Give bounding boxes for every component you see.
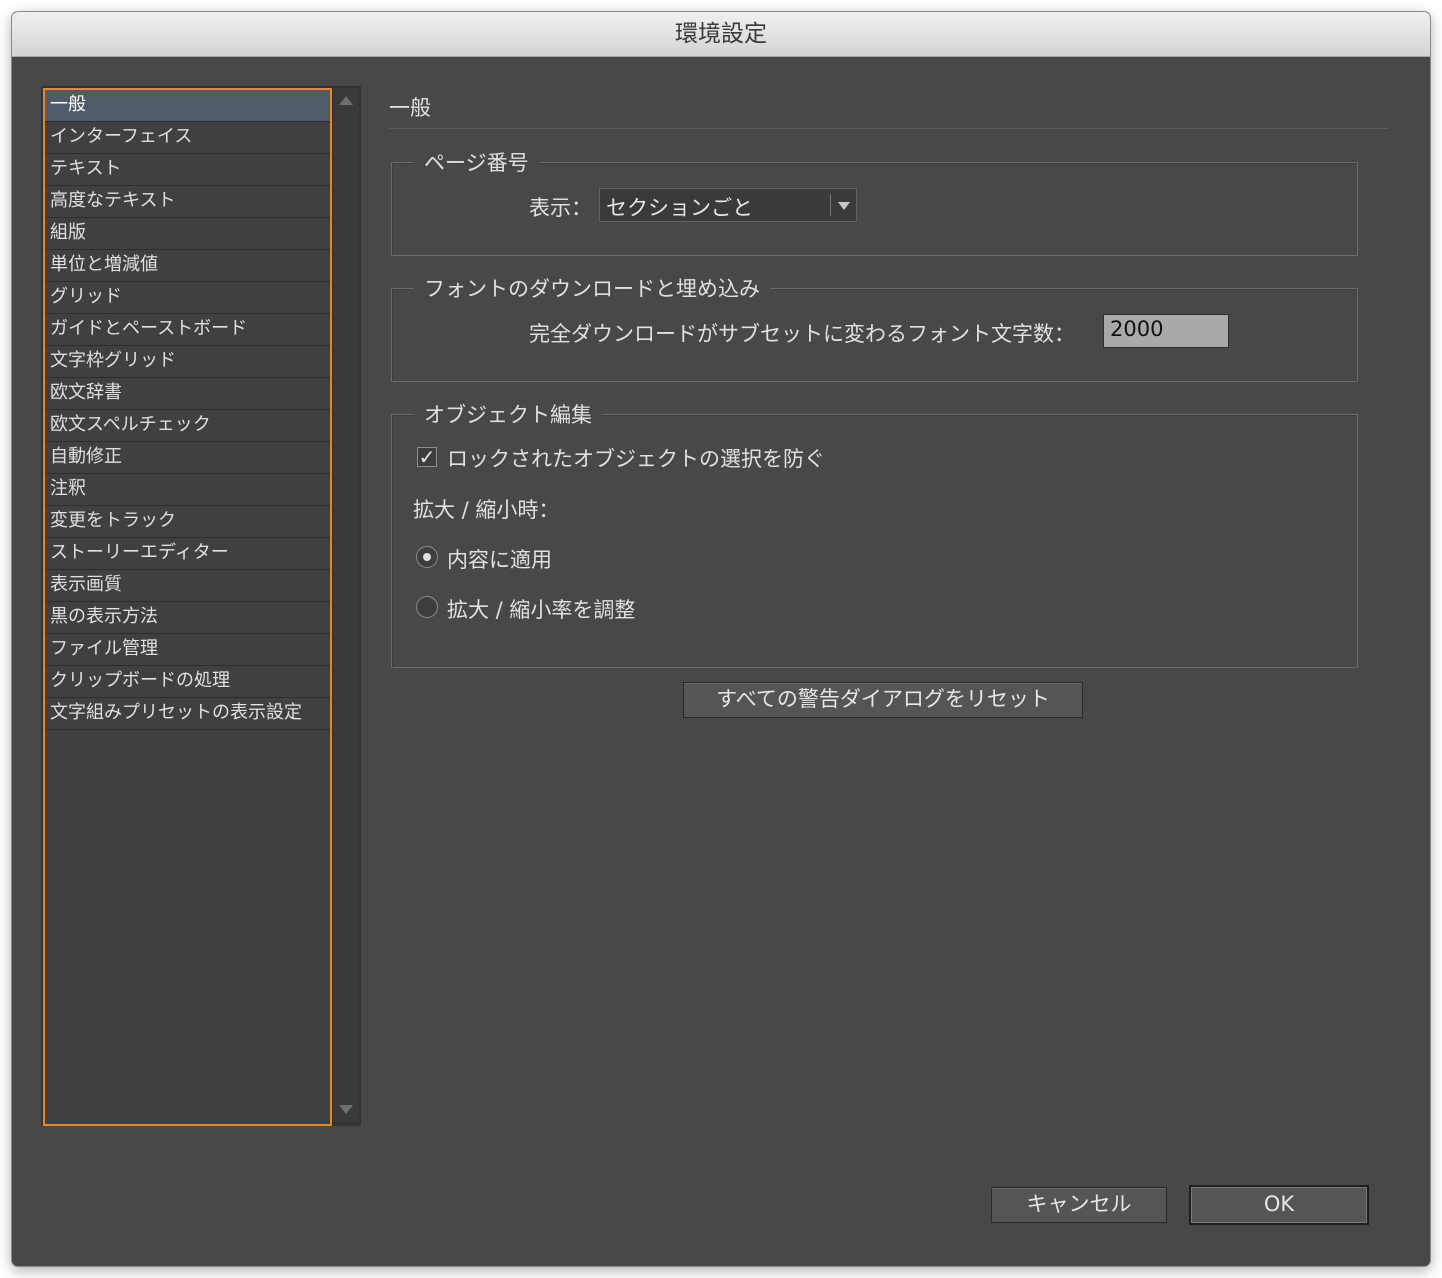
prevent-locked-label[interactable]: ロックされたオブジェクトの選択を防ぐ xyxy=(447,443,825,473)
sidebar-item[interactable]: 文字枠グリッド xyxy=(45,346,330,378)
page-number-view-value: セクションごと xyxy=(606,196,753,220)
reset-warning-dialogs-button[interactable]: すべての警告ダイアログをリセット xyxy=(683,682,1083,718)
sidebar-item[interactable]: 欧文辞書 xyxy=(45,378,330,410)
window-title: 環境設定 xyxy=(12,12,1430,57)
sidebar-item[interactable]: クリップボードの処理 xyxy=(45,666,330,698)
checkmark-icon: ✓ xyxy=(418,445,436,469)
sidebar-item[interactable]: ファイル管理 xyxy=(45,634,330,666)
cancel-button[interactable]: キャンセル xyxy=(991,1187,1167,1223)
sidebar-item[interactable]: ガイドとペーストボード xyxy=(45,314,330,346)
font-threshold-input[interactable]: 2000 xyxy=(1103,314,1229,348)
section-title: 一般 xyxy=(389,96,431,120)
adjust-scale-radio[interactable] xyxy=(416,596,438,618)
apply-to-content-label[interactable]: 内容に適用 xyxy=(447,544,552,574)
view-label: 表示： xyxy=(529,196,592,220)
sidebar-item[interactable]: 単位と増減値 xyxy=(45,250,330,282)
sidebar-item[interactable]: 組版 xyxy=(45,218,330,250)
font-download-legend: フォントのダウンロードと埋め込み xyxy=(414,273,770,303)
sidebar-scrollbar[interactable] xyxy=(333,88,359,1122)
sidebar-item[interactable]: テキスト xyxy=(45,154,330,186)
adjust-scale-label[interactable]: 拡大 / 縮小率を調整 xyxy=(447,594,635,624)
scroll-down-arrow-icon[interactable] xyxy=(339,1105,353,1114)
sidebar-item[interactable]: ストーリーエディター xyxy=(45,538,330,570)
sidebar-item[interactable]: 文字組みプリセットの表示設定 xyxy=(45,698,330,730)
category-list[interactable]: 一般 インターフェイス テキスト 高度なテキスト 組版 単位と増減値 グリッド ガイドとペース… xyxy=(43,88,332,1126)
sidebar-item[interactable]: インターフェイス xyxy=(45,122,330,154)
preferences-dialog: 環境設定 一般 インターフェイス テキスト 高度なテキスト 組版 単位と増減値 グリッド ガイ… xyxy=(12,12,1430,1266)
radio-selected-dot xyxy=(423,553,431,561)
section-divider xyxy=(389,128,1389,129)
sidebar-item[interactable]: 注釈 xyxy=(45,474,330,506)
sidebar-item[interactable]: 欧文スペルチェック xyxy=(45,410,330,442)
chevron-down-icon[interactable] xyxy=(838,202,850,210)
sidebar-item[interactable]: 高度なテキスト xyxy=(45,186,330,218)
scroll-up-arrow-icon[interactable] xyxy=(339,96,353,105)
sidebar-item[interactable]: 黒の表示方法 xyxy=(45,602,330,634)
font-download-group: フォントのダウンロードと埋め込み 完全ダウンロードがサブセットに変わるフォント文… xyxy=(391,273,1358,382)
object-edit-group: オブジェクト編集 ✓ ロックされたオブジェクトの選択を防ぐ 拡大 / 縮小時： … xyxy=(391,399,1358,668)
apply-to-content-radio[interactable] xyxy=(416,546,438,568)
font-threshold-label: 完全ダウンロードがサブセットに変わるフォント文字数： xyxy=(529,322,1075,346)
sidebar-item[interactable]: 表示画質 xyxy=(45,570,330,602)
sidebar-item[interactable]: 自動修正 xyxy=(45,442,330,474)
sidebar-item[interactable]: 変更をトラック xyxy=(45,506,330,538)
sidebar-item[interactable]: グリッド xyxy=(45,282,330,314)
scaling-label: 拡大 / 縮小時： xyxy=(413,498,560,522)
page-number-legend: ページ番号 xyxy=(414,147,539,177)
page-number-view-select[interactable]: セクションごと xyxy=(599,188,857,222)
object-edit-legend: オブジェクト編集 xyxy=(414,399,602,429)
page-number-group: ページ番号 表示： セクションごと xyxy=(391,147,1358,256)
prevent-locked-checkbox[interactable]: ✓ xyxy=(417,447,437,467)
ok-button[interactable]: OK xyxy=(1189,1185,1369,1225)
category-sidebar: 一般 インターフェイス テキスト 高度なテキスト 組版 単位と増減値 グリッド ガイドとペース… xyxy=(41,86,361,1126)
sidebar-item[interactable]: 一般 xyxy=(45,90,330,122)
dropdown-separator xyxy=(830,194,831,216)
